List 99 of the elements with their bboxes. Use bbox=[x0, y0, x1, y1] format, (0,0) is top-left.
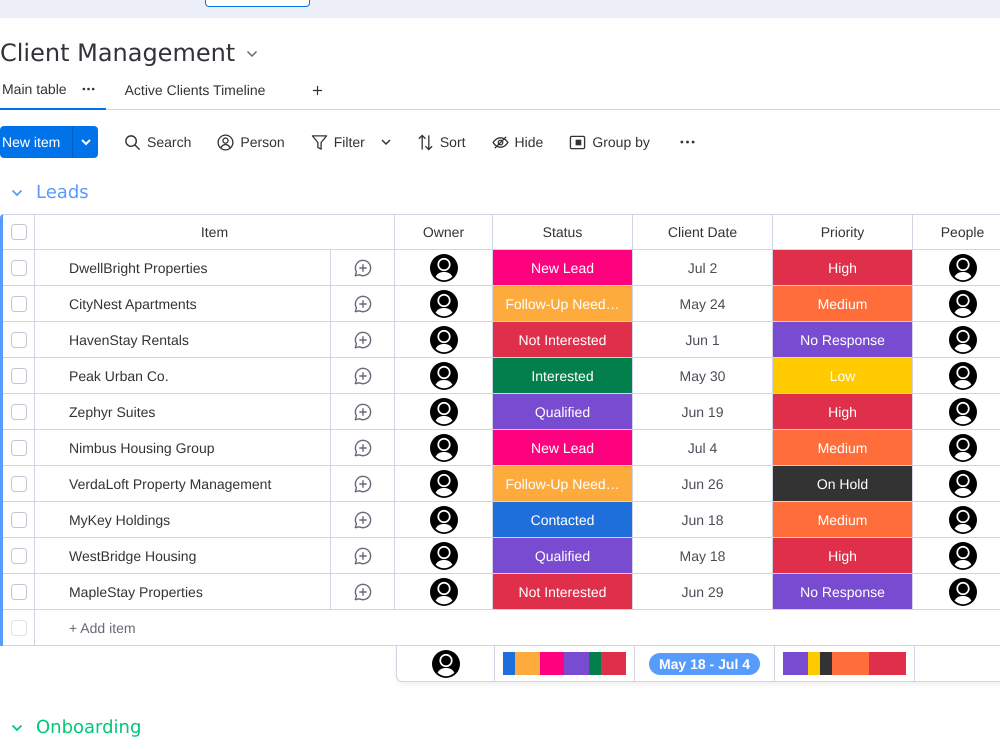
column-header: People bbox=[913, 215, 1000, 249]
priority-cell[interactable]: Medium bbox=[773, 502, 913, 537]
priority-cell[interactable]: High bbox=[773, 394, 913, 429]
avatar-icon bbox=[948, 578, 976, 606]
chat-plus-icon[interactable] bbox=[352, 402, 372, 422]
search-button[interactable]: Search bbox=[120, 126, 196, 158]
priority-cell[interactable]: Medium bbox=[773, 286, 913, 321]
column-header: Priority bbox=[773, 215, 913, 249]
avatar-icon bbox=[948, 434, 976, 462]
item-name-cell: MapleStay Properties bbox=[35, 574, 331, 609]
chat-plus-icon[interactable] bbox=[352, 510, 372, 530]
row-checkbox[interactable] bbox=[10, 296, 26, 312]
row-checkbox[interactable] bbox=[10, 512, 26, 528]
group-by-button[interactable]: Group by bbox=[565, 126, 654, 158]
chat-plus-icon[interactable] bbox=[352, 258, 372, 278]
status-cell[interactable]: Not Interested bbox=[493, 574, 633, 609]
sort-icon bbox=[416, 134, 434, 150]
board-title: Client Management bbox=[0, 38, 236, 68]
column-header: Status bbox=[493, 215, 633, 249]
avatar-icon bbox=[432, 650, 460, 678]
row-checkbox[interactable] bbox=[10, 476, 26, 492]
more-icon bbox=[680, 140, 695, 144]
priority-cell[interactable]: No Response bbox=[773, 574, 913, 609]
priority-cell[interactable]: No Response bbox=[773, 322, 913, 357]
avatar-icon bbox=[430, 362, 458, 390]
chat-plus-icon[interactable] bbox=[352, 366, 372, 386]
item-name-cell: DwellBright Properties bbox=[35, 250, 331, 285]
chat-plus-icon[interactable] bbox=[352, 546, 372, 566]
group-title: Leads bbox=[36, 181, 89, 205]
avatar-icon bbox=[430, 290, 458, 318]
funnel-icon bbox=[310, 134, 328, 150]
select-all-checkbox[interactable] bbox=[10, 224, 26, 240]
column-header: Client Date bbox=[633, 215, 773, 249]
priority-cell[interactable]: On Hold bbox=[773, 466, 913, 501]
avatar-icon bbox=[948, 326, 976, 354]
status-cell[interactable]: New Lead bbox=[493, 250, 633, 285]
chat-plus-icon[interactable] bbox=[352, 438, 372, 458]
add-icon[interactable] bbox=[312, 85, 324, 96]
sort-button[interactable]: Sort bbox=[412, 126, 470, 158]
more-icon[interactable] bbox=[82, 86, 95, 90]
view-tab[interactable]: Main table bbox=[0, 70, 106, 110]
row-checkbox[interactable] bbox=[10, 404, 26, 420]
avatar-icon bbox=[948, 290, 976, 318]
column-header: Item bbox=[35, 215, 395, 249]
group-title: Onboarding bbox=[36, 716, 142, 740]
view-tab[interactable]: Active Clients Timeline bbox=[122, 70, 276, 110]
search-icon bbox=[124, 134, 141, 150]
avatar-icon bbox=[948, 470, 976, 498]
status-cell[interactable]: Qualified bbox=[493, 538, 633, 573]
row-checkbox[interactable] bbox=[10, 260, 26, 276]
item-name-cell: WestBridge Housing bbox=[35, 538, 331, 573]
layout-icon bbox=[569, 134, 586, 150]
avatar-icon bbox=[430, 326, 458, 354]
row-checkbox[interactable] bbox=[10, 332, 26, 348]
item-name-cell: HavenStay Rentals bbox=[35, 322, 331, 357]
status-cell[interactable]: Interested bbox=[493, 358, 633, 393]
hide-button[interactable]: Hide bbox=[488, 126, 548, 158]
item-name-cell: CityNest Apartments bbox=[35, 286, 331, 321]
person-icon bbox=[217, 134, 234, 150]
chat-plus-icon[interactable] bbox=[352, 330, 372, 350]
avatar-icon bbox=[948, 398, 976, 426]
priority-cell[interactable]: Medium bbox=[773, 430, 913, 465]
status-cell[interactable]: Not Interested bbox=[493, 322, 633, 357]
row-checkbox[interactable] bbox=[10, 368, 26, 384]
new-item-menu-button[interactable] bbox=[72, 126, 98, 158]
status-cell[interactable]: Contacted bbox=[493, 502, 633, 537]
avatar-icon bbox=[430, 434, 458, 462]
avatar-icon bbox=[948, 506, 976, 534]
new-item-button[interactable]: New item bbox=[0, 126, 72, 158]
priority-cell[interactable]: High bbox=[773, 538, 913, 573]
row-checkbox[interactable] bbox=[10, 584, 26, 600]
item-name-cell: MyKey Holdings bbox=[35, 502, 331, 537]
header-button[interactable] bbox=[205, 0, 310, 7]
avatar-icon bbox=[948, 542, 976, 570]
person-button[interactable]: Person bbox=[213, 126, 289, 158]
status-cell[interactable]: Qualified bbox=[493, 394, 633, 429]
avatar-icon bbox=[948, 254, 976, 282]
item-name-cell: VerdaLoft Property Management bbox=[35, 466, 331, 501]
item-name-cell: Peak Urban Co. bbox=[35, 358, 331, 393]
avatar-icon bbox=[948, 362, 976, 390]
chat-plus-icon[interactable] bbox=[352, 582, 372, 602]
avatar-icon bbox=[430, 542, 458, 570]
status-cell[interactable]: New Lead bbox=[493, 430, 633, 465]
avatar-icon bbox=[430, 470, 458, 498]
eye-slash-icon bbox=[492, 134, 509, 150]
row-checkbox[interactable] bbox=[10, 548, 26, 564]
chat-plus-icon[interactable] bbox=[352, 294, 372, 314]
column-header: Owner bbox=[395, 215, 493, 249]
date-range-bar: May 18 - Jul 4 bbox=[648, 652, 760, 674]
priority-cell[interactable]: High bbox=[773, 250, 913, 285]
avatar-icon bbox=[430, 254, 458, 282]
avatar-icon bbox=[430, 506, 458, 534]
avatar-icon bbox=[430, 398, 458, 426]
avatar-icon bbox=[430, 578, 458, 606]
chat-plus-icon[interactable] bbox=[352, 474, 372, 494]
item-name-cell: Nimbus Housing Group bbox=[35, 430, 331, 465]
filter-button[interactable]: Filter bbox=[306, 126, 369, 158]
item-name-cell: Zephyr Suites bbox=[35, 394, 331, 429]
row-checkbox[interactable] bbox=[10, 440, 26, 456]
